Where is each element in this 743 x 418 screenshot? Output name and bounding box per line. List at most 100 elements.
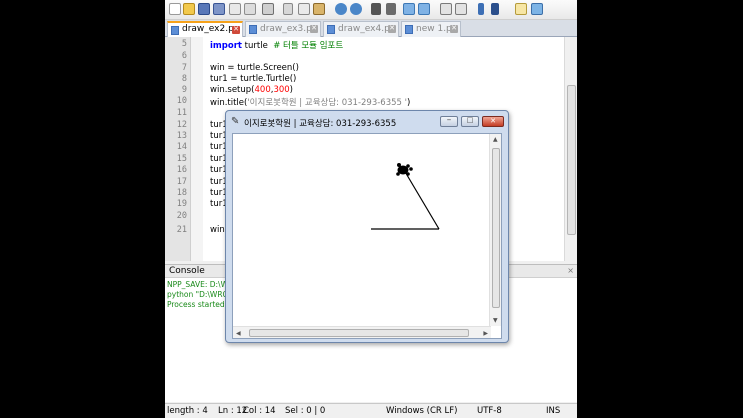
status-length: length : 4 (167, 406, 208, 416)
find-icon[interactable] (371, 3, 381, 15)
status-encoding: UTF-8 (477, 406, 502, 416)
canvas-horizontal-scrollbar[interactable]: ◀ ▶ (233, 326, 491, 338)
undo-icon[interactable] (335, 3, 347, 15)
console-title: Console (169, 266, 205, 276)
console-close-icon[interactable]: × (567, 266, 574, 275)
save-icon[interactable] (198, 3, 210, 15)
paste-icon[interactable] (313, 3, 325, 15)
new-file-icon[interactable] (169, 3, 181, 15)
tab-label: draw_ex4.py (338, 24, 396, 34)
close-icon: ✕ (490, 117, 496, 125)
console-line: Process started (167, 300, 225, 309)
line-number: 12 (176, 120, 187, 130)
scroll-right-icon[interactable]: ▶ (483, 330, 488, 337)
scroll-thumb[interactable] (249, 329, 469, 337)
tab-label: draw_ex3.py (260, 24, 318, 34)
scroll-thumb[interactable] (567, 85, 576, 235)
line-number: 11 (176, 108, 187, 118)
fold-margin (191, 37, 203, 261)
turtle-canvas-area[interactable]: ▲ ▼ ◀ ▶ (232, 133, 502, 339)
maximize-icon: □ (466, 116, 474, 124)
line-number: 13 (176, 131, 187, 141)
status-bar: length : 4 Ln : 12 Col : 14 Sel : 0 | 0 … (165, 403, 577, 418)
python-file-icon (327, 25, 335, 34)
open-file-icon[interactable] (183, 3, 195, 15)
string-literal: '이지로봇학원 | 교육상담: 031-293-6355 ' (247, 98, 407, 108)
line-number: 16 (176, 165, 187, 175)
line-number: 18 (176, 188, 187, 198)
sync-v-icon[interactable] (440, 3, 452, 15)
editor-vertical-scrollbar[interactable] (564, 37, 577, 261)
tab-label: draw_ex2.py (182, 24, 240, 34)
minimize-icon: – (446, 115, 452, 125)
close-all-icon[interactable] (244, 3, 256, 15)
tab-draw-ex3[interactable]: draw_ex3.py ✕ (245, 21, 321, 37)
code-line-9: win.setup(400,300) (210, 85, 293, 95)
line-number: 15 (176, 154, 187, 164)
print-icon[interactable] (262, 3, 274, 15)
canvas-vertical-scrollbar[interactable]: ▲ ▼ (489, 134, 501, 326)
console-line: python "D:\WRO (167, 290, 229, 299)
turtle-icon (396, 163, 413, 176)
cut-icon[interactable] (283, 3, 293, 15)
minimize-button[interactable]: – (440, 115, 458, 127)
code-line-10: win.title('이지로봇학원 | 교육상담: 031-293-6355 '… (210, 96, 410, 108)
zoom-in-icon[interactable] (403, 3, 415, 15)
tab-draw-ex2[interactable]: draw_ex2.py ✕ (167, 21, 243, 37)
doc-map-icon[interactable] (531, 3, 543, 15)
zoom-out-icon[interactable] (418, 3, 430, 15)
console-line: NPP_SAVE: D:\Wi (167, 280, 230, 289)
tab-close-icon[interactable]: ✕ (310, 25, 318, 33)
scroll-thumb[interactable] (492, 148, 500, 308)
code-line-8: tur1 = turtle.Turtle() (210, 74, 297, 84)
status-insert-mode: INS (546, 406, 561, 416)
sync-h-icon[interactable] (455, 3, 467, 15)
wrap-icon[interactable] (478, 3, 484, 15)
window-title: 이지로봇학원 | 교육상담: 031-293-6355 (244, 119, 397, 129)
line-number: 9 (181, 85, 187, 95)
number-literal: 300 (273, 85, 290, 95)
indent-guide-icon[interactable] (515, 3, 527, 15)
python-file-icon (171, 26, 179, 35)
line-number: 8 (181, 74, 187, 84)
code-text: ) (406, 98, 411, 108)
line-number: 19 (176, 199, 187, 209)
code-line-7: win = turtle.Screen() (210, 63, 299, 73)
close-icon[interactable] (229, 3, 241, 15)
feather-icon: ✎ (231, 116, 240, 127)
code-text: win.setup( (210, 85, 255, 95)
turtle-canvas[interactable] (233, 134, 491, 326)
replace-icon[interactable] (386, 3, 396, 15)
scroll-down-icon[interactable]: ▼ (493, 317, 498, 324)
comment: # 터틀 모듈 임포트 (267, 41, 344, 51)
code-text: ) (289, 85, 293, 95)
redo-icon[interactable] (350, 3, 362, 15)
line-number: 20 (176, 211, 187, 221)
editor-tab-bar: draw_ex2.py ✕ draw_ex3.py ✕ draw_ex4.py … (165, 20, 577, 37)
status-selection: Sel : 0 | 0 (285, 406, 326, 416)
scroll-left-icon[interactable]: ◀ (236, 330, 241, 337)
tab-close-icon[interactable]: ✕ (232, 26, 240, 34)
tab-new-1[interactable]: new 1.py ✕ (401, 21, 461, 37)
all-chars-icon[interactable] (491, 3, 499, 15)
turtle-graphics-window[interactable]: ✎ 이지로봇학원 | 교육상담: 031-293-6355 – □ ✕ ▲ ▼ … (225, 110, 509, 343)
line-number: 6 (181, 51, 187, 61)
code-line-21: win (210, 225, 225, 235)
maximize-button[interactable]: □ (461, 116, 479, 127)
status-column: Col : 14 (243, 406, 276, 416)
copy-icon[interactable] (298, 3, 310, 15)
python-file-icon (405, 25, 413, 34)
close-button[interactable]: ✕ (482, 116, 504, 127)
scroll-up-icon[interactable]: ▲ (493, 136, 498, 143)
tab-draw-ex4[interactable]: draw_ex4.py ✕ (323, 21, 399, 37)
save-all-icon[interactable] (213, 3, 225, 15)
line-number: 17 (176, 177, 187, 187)
line-number: 10 (176, 96, 187, 106)
python-file-icon (249, 25, 257, 34)
line-number: 14 (176, 142, 187, 152)
tab-close-icon[interactable]: ✕ (450, 25, 458, 33)
line-number: 7 (181, 63, 187, 73)
code-line-5: import turtle # 터틀 모듈 임포트 (210, 39, 343, 51)
tab-close-icon[interactable]: ✕ (388, 25, 396, 33)
turtle-path-diagonal (403, 169, 440, 230)
